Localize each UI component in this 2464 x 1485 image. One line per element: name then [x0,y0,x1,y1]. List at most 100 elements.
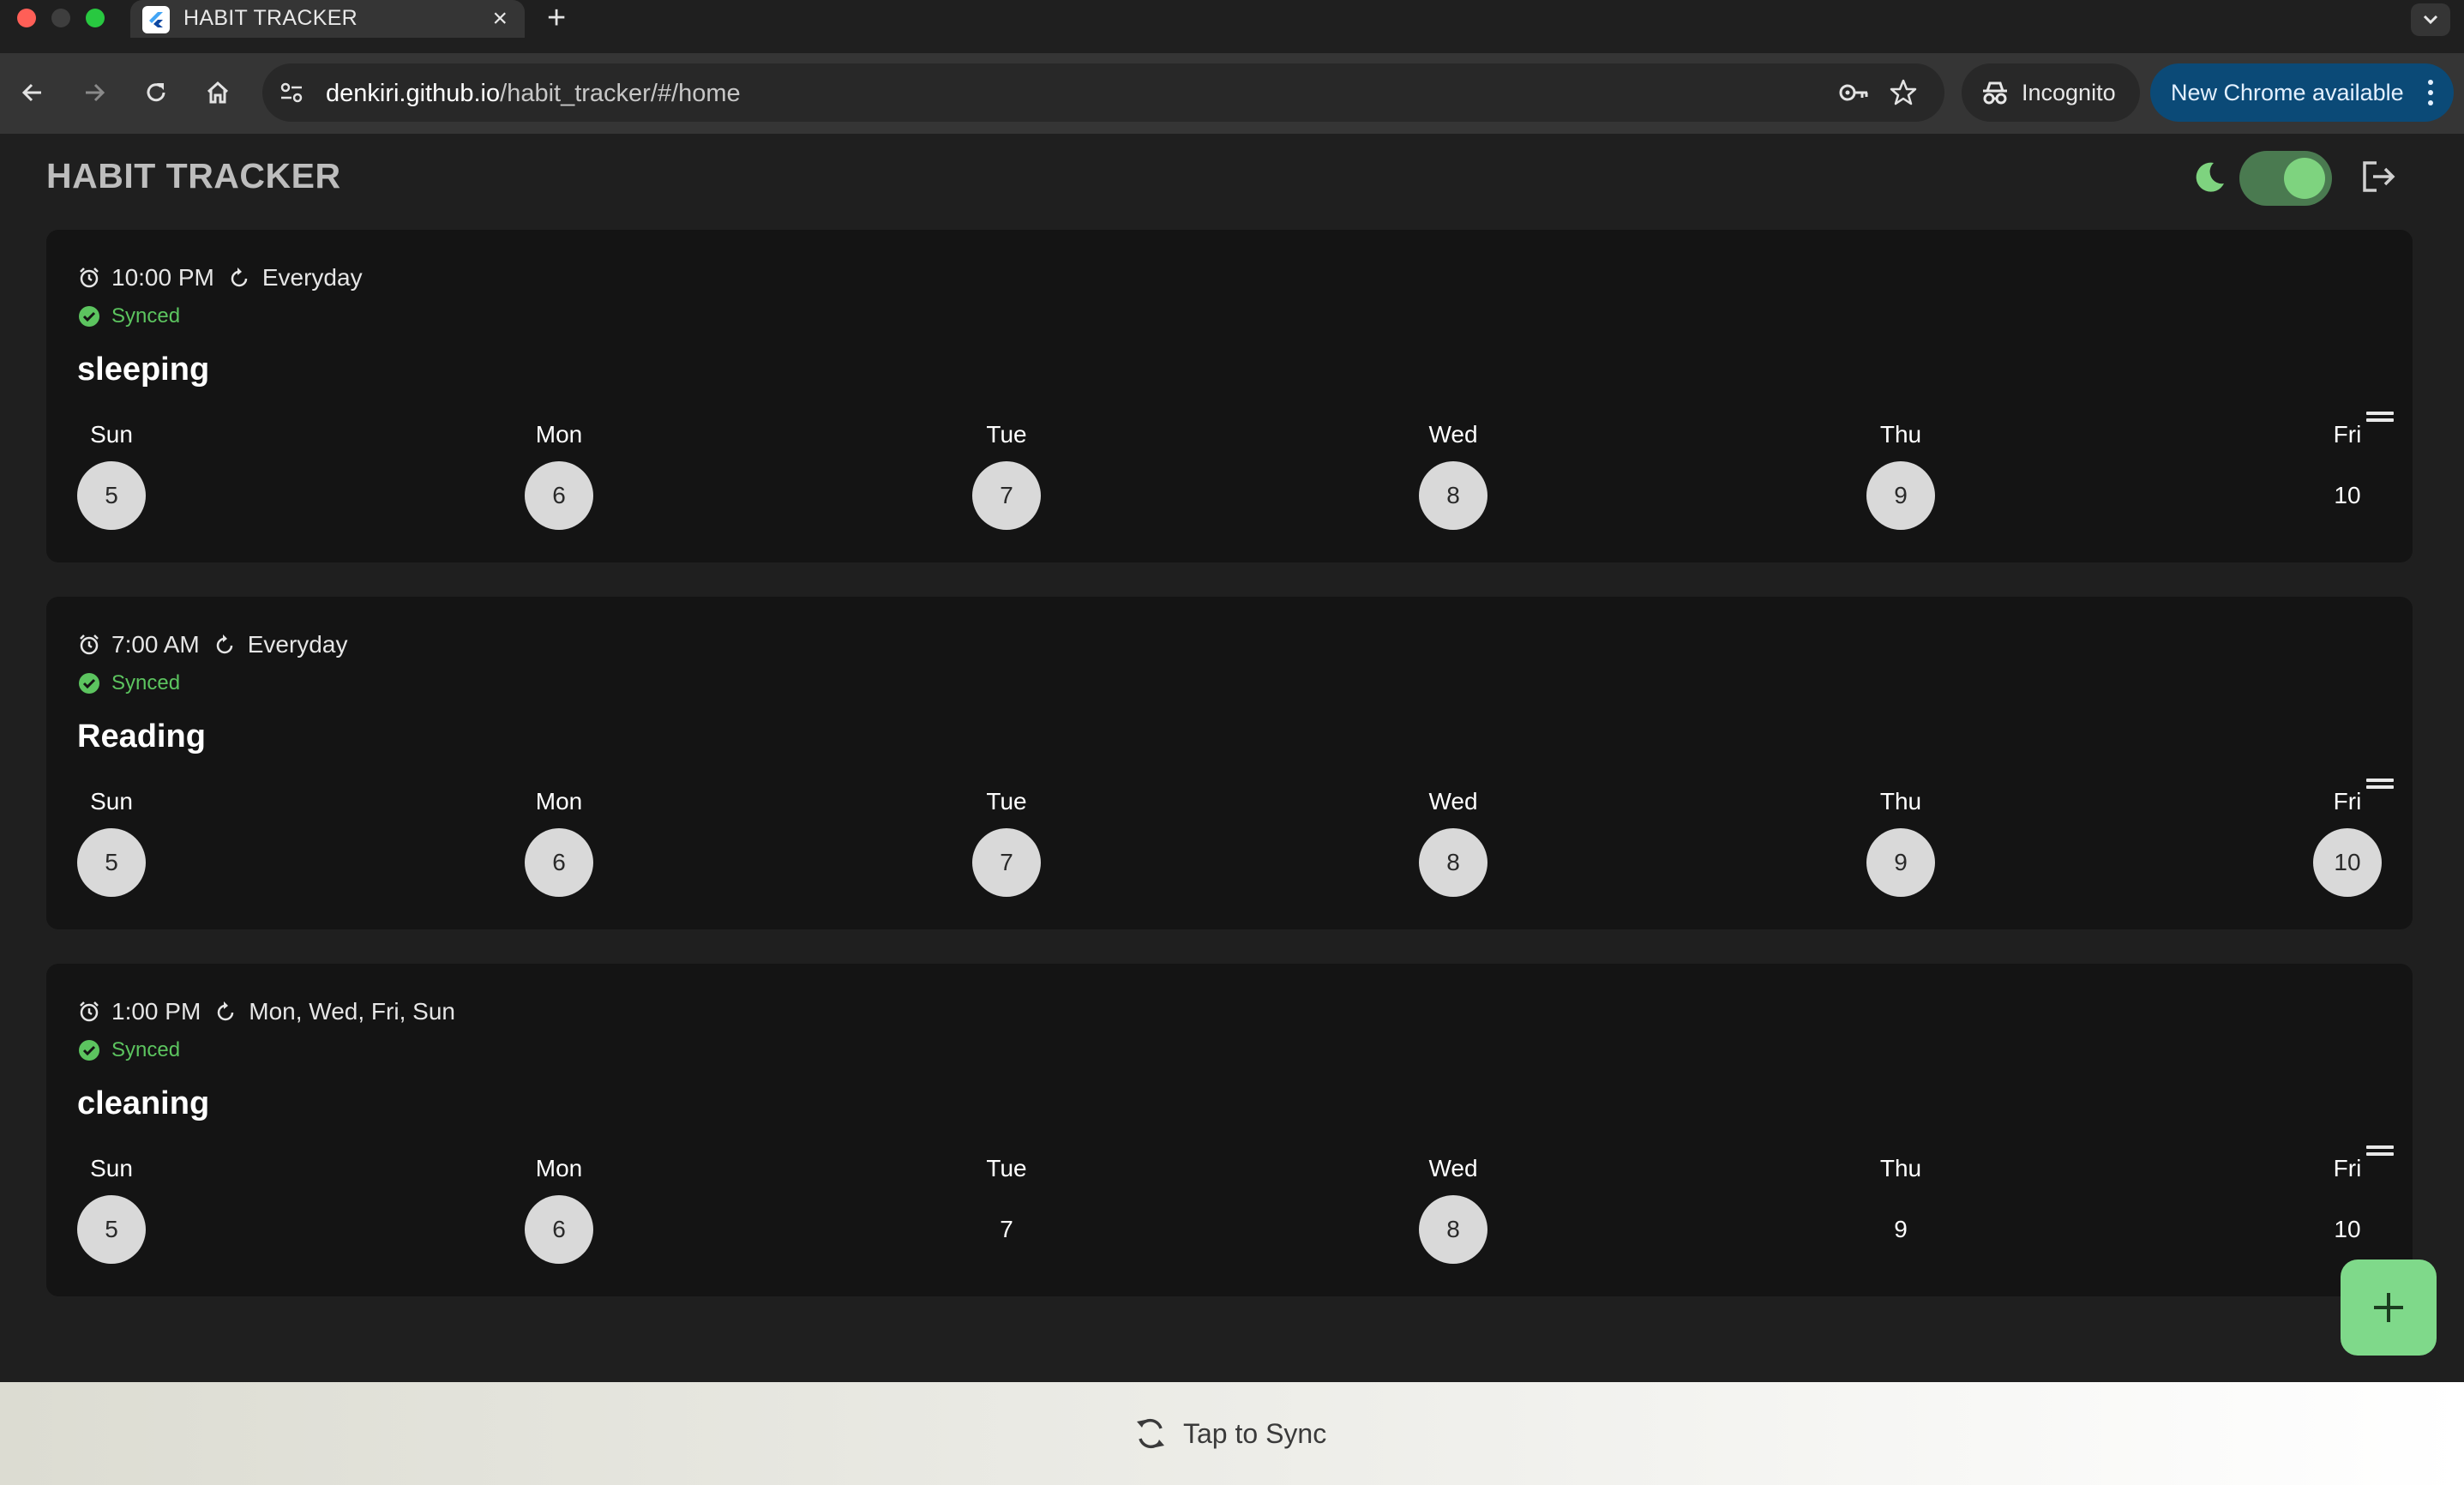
day-mon[interactable]: Mon 6 [525,420,593,530]
day-tue[interactable]: Tue 7 [972,420,1041,530]
update-label: New Chrome available [2171,80,2404,105]
repeat-icon [216,634,232,654]
day-fri[interactable]: Fri 10 [2313,420,2382,530]
day-tue[interactable]: Tue 7 [972,787,1041,897]
day-number: 9 [1894,1216,1908,1242]
forward-arrow-icon [86,83,105,102]
sync-status: Synced [77,670,180,696]
sync-status: Synced [77,304,180,329]
tab-close-icon[interactable]: × [492,3,508,34]
habit-repeat: Everyday [247,631,348,658]
repeat-icon [231,268,248,287]
back-arrow-icon [21,83,41,102]
day-number: 10 [2334,1216,2361,1242]
habit-schedule: 10:00 PM Everyday [77,262,363,293]
plus-icon [2374,1293,2403,1322]
close-window-button[interactable] [17,9,36,27]
day-label: Fri [2333,788,2362,815]
incognito-indicator[interactable]: Incognito [1962,63,2140,122]
logout-icon[interactable] [2359,158,2397,195]
day-number: 7 [1000,1216,1013,1242]
tap-to-sync-bar[interactable]: Tap to Sync [0,1382,2464,1485]
browser-tab[interactable]: HABIT TRACKER × [130,0,525,38]
habit-schedule: 7:00 AM Everyday [77,629,347,660]
day-label: Thu [1879,421,1922,448]
day-sun[interactable]: Sun 5 [77,787,146,897]
browser-tab-strip: HABIT TRACKER × + [0,0,2464,53]
minimize-window-button[interactable] [51,9,70,27]
back-button[interactable] [12,72,53,113]
more-options-icon [2428,80,2433,105]
day-label: Fri [2333,1155,2362,1181]
day-number: 5 [77,828,146,897]
sync-status: Synced [77,1037,180,1063]
day-wed[interactable]: Wed 8 [1419,787,1487,897]
day-wed[interactable]: Wed 8 [1419,1154,1487,1264]
bookmark-star-icon [1890,79,1917,105]
add-habit-button[interactable] [2341,1260,2437,1356]
sync-icon [1137,1418,1164,1449]
habit-tracker-app: HABIT TRACKER 10:00 PM Everyday Synced s… [0,134,2464,1382]
site-settings-icon [280,82,303,103]
repeat-icon [218,1001,234,1021]
habit-name: sleeping [77,352,210,388]
day-wed[interactable]: Wed 8 [1419,420,1487,530]
alarm-icon [80,634,99,655]
day-number: 9 [1866,828,1935,897]
day-fri[interactable]: Fri 10 [2313,787,2382,897]
sync-status-label: Synced [111,671,181,694]
day-number: 6 [525,828,593,897]
address-bar[interactable]: denkiri.github.io/habit_tracker/#/home [262,63,1944,122]
toggle-knob [2284,158,2325,199]
reload-icon [147,83,165,102]
day-label: Wed [1428,1155,1478,1181]
new-tab-button[interactable]: + [547,0,566,36]
home-button[interactable] [197,72,238,113]
url-text: denkiri.github.io/habit_tracker/#/home [326,80,741,107]
day-number: 6 [525,461,593,530]
day-mon[interactable]: Mon 6 [525,787,593,897]
reload-button[interactable] [135,72,177,113]
habit-card[interactable]: 7:00 AM Everyday Synced Reading Sun 5 Mon… [46,597,2413,929]
home-icon [207,81,229,104]
app-title: HABIT TRACKER [46,156,341,195]
forward-button[interactable] [74,72,115,113]
day-tue[interactable]: Tue 7 [972,1154,1041,1264]
tab-search-button[interactable] [2411,3,2450,36]
habit-repeat: Mon, Wed, Fri, Sun [249,998,455,1025]
day-fri[interactable]: Fri 10 [2313,1154,2382,1264]
day-label: Mon [535,421,583,448]
day-label: Sun [90,788,133,815]
day-label: Mon [535,788,583,815]
day-number: 10 [2313,828,2382,897]
day-label: Thu [1879,1155,1922,1181]
habit-card[interactable]: 10:00 PM Everyday Synced sleeping Sun 5 M… [46,230,2413,562]
habit-schedule: 1:00 PM Mon, Wed, Fri, Sun [77,996,455,1027]
day-thu[interactable]: Thu 9 [1866,420,1935,530]
day-mon[interactable]: Mon 6 [525,1154,593,1264]
sync-status-label: Synced [111,1038,181,1061]
day-sun[interactable]: Sun 5 [77,1154,146,1264]
password-key-icon [1839,84,1868,101]
day-label: Sun [90,1155,133,1181]
day-label: Fri [2333,421,2362,448]
day-label: Wed [1428,421,1478,448]
dark-mode-toggle[interactable] [2239,151,2332,206]
day-number: 6 [525,1195,593,1264]
zoom-window-button[interactable] [86,9,105,27]
day-label: Mon [535,1155,583,1181]
day-number: 8 [1419,461,1487,530]
browser-toolbar: denkiri.github.io/habit_tracker/#/home I… [0,53,2464,134]
day-thu[interactable]: Thu 9 [1866,1154,1935,1264]
habit-card[interactable]: 1:00 PM Mon, Wed, Fri, Sun Synced cleani… [46,964,2413,1296]
day-sun[interactable]: Sun 5 [77,420,146,530]
check-circle-icon [79,306,99,327]
check-circle-icon [79,1040,99,1061]
sync-status-label: Synced [111,304,181,328]
habit-time: 10:00 PM [111,264,214,291]
day-number: 9 [1866,461,1935,530]
habit-time: 7:00 AM [111,631,200,658]
update-chrome-button[interactable]: New Chrome available [2150,63,2454,122]
day-thu[interactable]: Thu 9 [1866,787,1935,897]
sync-bar-label: Tap to Sync [1183,1417,1327,1449]
